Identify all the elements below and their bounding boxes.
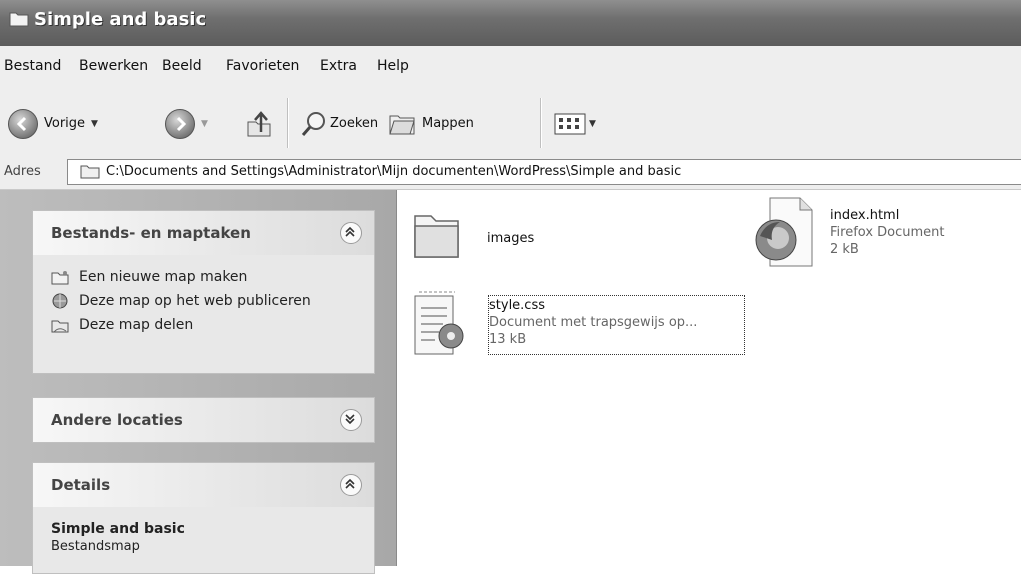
- forward-button[interactable]: ▼: [165, 92, 208, 155]
- folders-button[interactable]: Mappen: [388, 92, 474, 155]
- other-locations-title: Andere locaties: [51, 411, 183, 429]
- share-folder-icon: [51, 320, 69, 333]
- tasks-panel-header[interactable]: Bestands- en maptaken: [33, 211, 374, 255]
- file-type: Firefox Document: [830, 225, 945, 240]
- window-title: Simple and basic: [34, 9, 207, 30]
- menu-beeld[interactable]: Beeld: [162, 58, 202, 74]
- firefox-document-icon: [755, 197, 813, 267]
- file-item-images[interactable]: images: [411, 202, 611, 272]
- file-size: 2 kB: [830, 242, 859, 257]
- up-folder-button[interactable]: [244, 92, 274, 155]
- file-name: images: [487, 231, 535, 246]
- file-item-style-css[interactable]: style.css Document met trapsgewijs op...…: [409, 288, 749, 368]
- search-label: Zoeken: [330, 116, 379, 131]
- css-document-icon: [414, 291, 464, 355]
- forward-arrow-icon: [165, 108, 195, 139]
- file-name: style.css: [489, 298, 545, 313]
- forward-dropdown-icon[interactable]: ▼: [201, 119, 208, 129]
- collapse-icon[interactable]: [340, 222, 362, 244]
- details-panel-title: Details: [51, 476, 111, 494]
- toolbar: Vorige ▼ ▼ Zoeken Mappen ▼: [0, 92, 1021, 156]
- collapse-icon[interactable]: [340, 474, 362, 496]
- back-arrow-icon: [8, 108, 38, 139]
- other-locations-header[interactable]: Andere locaties: [33, 398, 374, 442]
- address-label: Adres: [4, 164, 41, 179]
- expand-icon[interactable]: [340, 409, 362, 431]
- back-label: Vorige: [44, 116, 86, 131]
- new-folder-icon: [51, 271, 69, 285]
- details-name: Simple and basic: [51, 521, 185, 537]
- folder-icon: [80, 165, 100, 179]
- details-panel-header[interactable]: Details: [33, 463, 374, 507]
- menu-bestand[interactable]: Bestand: [4, 58, 61, 74]
- file-type: Document met trapsgewijs op...: [489, 315, 698, 330]
- tasks-panel: Bestands- en maptaken Een nieuwe map mak…: [32, 210, 375, 374]
- address-bar: Adres C:\Documents and Settings\Administ…: [0, 155, 1021, 190]
- views-button[interactable]: ▼: [554, 92, 596, 155]
- task-label: Een nieuwe map maken: [79, 269, 248, 285]
- other-locations-panel: Andere locaties: [32, 397, 375, 443]
- menu-extra[interactable]: Extra: [320, 58, 357, 74]
- task-publish-web[interactable]: Deze map op het web publiceren: [51, 289, 374, 313]
- file-size: 13 kB: [489, 332, 527, 347]
- address-field[interactable]: C:\Documents and Settings\Administrator\…: [67, 159, 1021, 185]
- title-bar[interactable]: Simple and basic: [0, 0, 1021, 46]
- file-name: index.html: [830, 208, 900, 223]
- views-icon: [554, 113, 586, 134]
- details-panel: Details Simple and basic Bestandsmap: [32, 462, 375, 574]
- task-share-folder[interactable]: Deze map delen: [51, 313, 374, 337]
- menu-bewerken[interactable]: Bewerken: [79, 58, 148, 74]
- folder-icon: [414, 215, 459, 258]
- details-type: Bestandsmap: [51, 539, 140, 554]
- search-icon: [301, 111, 325, 136]
- back-dropdown-icon[interactable]: ▼: [91, 119, 98, 129]
- file-list: images index.html Firefox Document 2 kB …: [397, 190, 1021, 566]
- publish-web-icon: [52, 293, 68, 309]
- menu-favorieten[interactable]: Favorieten: [226, 58, 299, 74]
- folder-icon: [9, 12, 29, 27]
- menu-bar: Bestand Bewerken Beeld Favorieten Extra …: [0, 46, 1021, 98]
- task-label: Deze map delen: [79, 317, 194, 333]
- task-pane: Bestands- en maptaken Een nieuwe map mak…: [0, 190, 397, 574]
- tasks-panel-title: Bestands- en maptaken: [51, 224, 251, 242]
- menu-help[interactable]: Help: [377, 58, 409, 74]
- views-dropdown-icon[interactable]: ▼: [589, 119, 596, 129]
- task-new-folder[interactable]: Een nieuwe map maken: [51, 265, 374, 289]
- file-item-index-html[interactable]: index.html Firefox Document 2 kB: [752, 196, 1012, 276]
- back-button[interactable]: Vorige ▼: [8, 92, 98, 155]
- search-button[interactable]: Zoeken: [300, 92, 378, 155]
- folders-icon: [389, 115, 415, 134]
- task-label: Deze map op het web publiceren: [79, 293, 311, 309]
- folders-label: Mappen: [422, 116, 474, 131]
- address-value: C:\Documents and Settings\Administrator\…: [106, 164, 682, 179]
- up-folder-icon: [247, 110, 271, 136]
